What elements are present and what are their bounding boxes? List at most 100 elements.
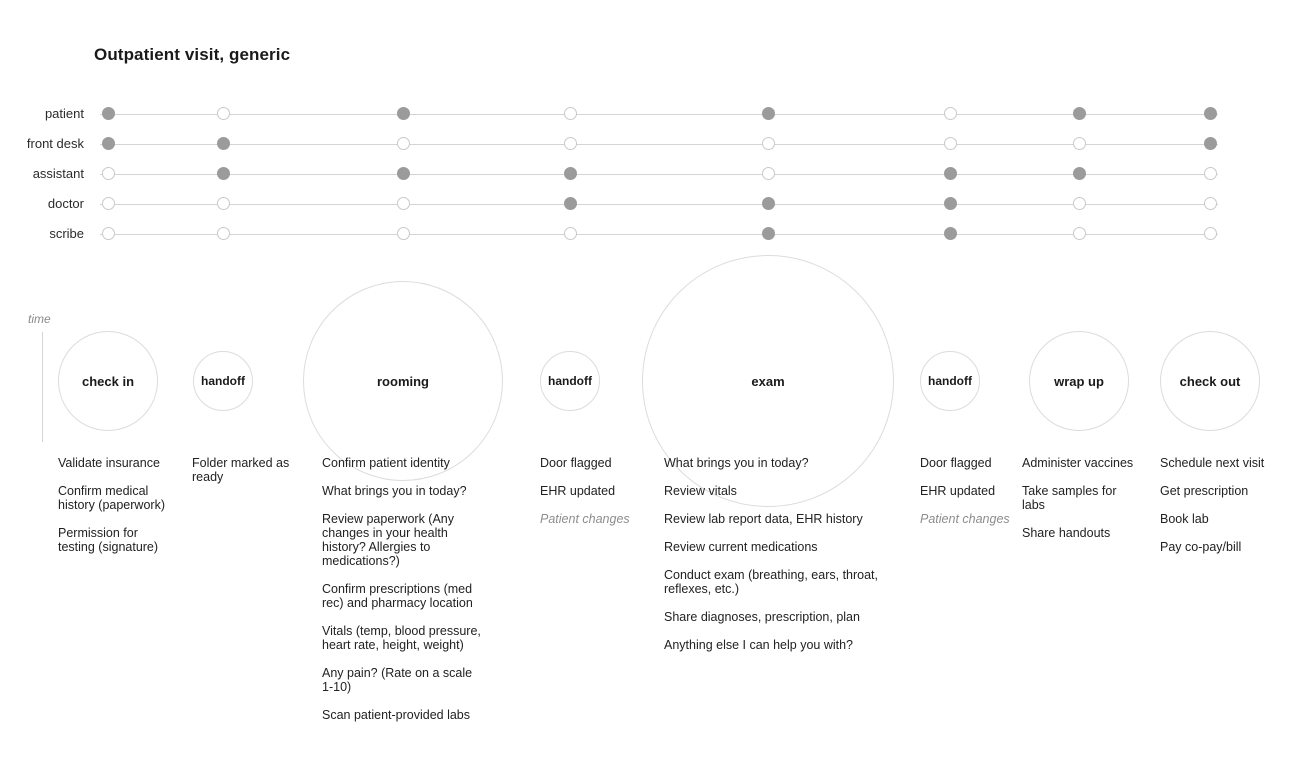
lane-track [100,233,1218,235]
lane-dot[interactable] [101,137,115,150]
stage-circle-wrap-up-6[interactable]: wrap up [1029,331,1129,431]
lane-dot[interactable] [943,107,957,120]
stage-circle-handoff-1[interactable]: handoff [193,351,253,411]
task-column-handoff-3: Door flagged EHR updated Patient changes [540,456,640,540]
stage-circle-label: wrap up [1054,373,1104,389]
lane-dot[interactable] [1203,197,1217,210]
lane-row-assistant: assistant [0,159,1300,189]
stage-circle-handoff-5[interactable]: handoff [920,351,980,411]
task-column-check-out-7: Schedule next visit Get prescription Book … [1160,456,1288,568]
task-item: Administer vaccines [1022,456,1134,470]
task-item: What brings you in today? [664,456,809,470]
lane-dot[interactable] [1203,227,1217,240]
task-item: Anything else I can help you with? [664,638,854,652]
stage-circle-label: check out [1179,373,1241,389]
lane-dot[interactable] [101,197,115,210]
lane-dot[interactable] [761,137,775,150]
task-item: Get prescription [1160,484,1249,498]
lane-row-front-desk: front desk [0,129,1300,159]
lane-dot[interactable] [1072,167,1086,180]
lane-dot[interactable] [563,197,577,210]
lane-label: doctor [47,196,84,211]
task-item: Review current medications [664,540,818,554]
lane-dot[interactable] [563,107,577,120]
lane-dot[interactable] [396,197,410,210]
lane-dot[interactable] [1072,107,1086,120]
lane-row-patient: patient [0,99,1300,129]
lane-row-scribe: scribe [0,219,1300,249]
lane-dot[interactable] [943,167,957,180]
lane-dot[interactable] [943,137,957,150]
task-item: Share handouts [1022,526,1111,540]
lane-dot[interactable] [216,227,230,240]
task-item: Schedule next visit [1160,456,1265,470]
lane-dot[interactable] [1203,107,1217,120]
lane-label: scribe [49,226,84,241]
task-item: Patient changes [920,512,1010,526]
lane-dot[interactable] [216,167,230,180]
stage-circle-label: check in [81,373,135,389]
task-item: EHR updated [920,484,996,498]
stage-circle-label: handoff [928,374,972,388]
task-item: Door flagged [540,456,612,470]
task-item: Review vitals [664,484,737,498]
lane-dot[interactable] [101,167,115,180]
lane-dot[interactable] [761,167,775,180]
lane-dot[interactable] [563,137,577,150]
lane-dot[interactable] [1072,197,1086,210]
lane-dot[interactable] [761,197,775,210]
task-column-wrap-up-6: Administer vaccines Take samples for labs… [1022,456,1140,554]
task-item: EHR updated [540,484,616,498]
lane-dot[interactable] [396,107,410,120]
lane-dot[interactable] [1072,227,1086,240]
swimlane-matrix: patient front desk assistant doctor scribe [0,100,1300,250]
stage-circle-handoff-3[interactable]: handoff [540,351,600,411]
stage-circle-label: handoff [201,374,245,388]
task-item: Permission for testing (signature) [58,526,159,554]
lane-track [100,203,1218,205]
task-item: Take samples for labs [1022,484,1117,512]
lane-dot[interactable] [943,227,957,240]
lane-dot[interactable] [101,107,115,120]
lane-dot[interactable] [761,227,775,240]
lane-row-doctor: doctor [0,189,1300,219]
lane-dot[interactable] [396,227,410,240]
lane-track [100,173,1218,175]
lane-dot[interactable] [101,227,115,240]
task-item: Confirm medical history (paperwork) [58,484,165,512]
page-title: Outpatient visit, generic [94,45,291,64]
stage-circle-check-out-7[interactable]: check out [1160,331,1260,431]
stage-circle-label: exam [751,373,785,389]
task-item: Confirm prescriptions (med rec) and phar… [322,582,473,610]
task-column-check-in-0: Validate insurance Confirm medical histor… [58,456,176,568]
lane-dot[interactable] [761,107,775,120]
lane-dot[interactable] [1203,167,1217,180]
task-column-exam-4: What brings you in today? Review vitals Re… [664,456,884,666]
task-item: Book lab [1160,512,1209,526]
task-item: Door flagged [920,456,992,470]
lane-track [100,143,1218,145]
lane-dot[interactable] [396,167,410,180]
lane-dot[interactable] [216,107,230,120]
stage-circle-label: handoff [548,374,592,388]
stage-circle-label: rooming [377,373,429,389]
lane-label: front desk [26,136,84,151]
lane-dot[interactable] [1072,137,1086,150]
task-item: Pay co-pay/bill [1160,540,1242,554]
time-axis-label: time [28,312,51,326]
task-item: Review lab report data, EHR history [664,512,863,526]
stage-circle-rooming-2[interactable]: rooming [303,281,503,481]
lane-dot[interactable] [1203,137,1217,150]
task-item: Confirm patient identity [322,456,450,470]
lane-dot[interactable] [396,137,410,150]
task-column-rooming-2: Confirm patient identity What brings you … [322,456,482,736]
lane-dot[interactable] [216,137,230,150]
lane-track [100,113,1218,115]
stage-circle-check-in-0[interactable]: check in [58,331,158,431]
lane-dot[interactable] [943,197,957,210]
lane-dot[interactable] [563,167,577,180]
lane-dot[interactable] [216,197,230,210]
lane-label: assistant [32,166,84,181]
lane-dot[interactable] [563,227,577,240]
task-item: Validate insurance [58,456,160,470]
